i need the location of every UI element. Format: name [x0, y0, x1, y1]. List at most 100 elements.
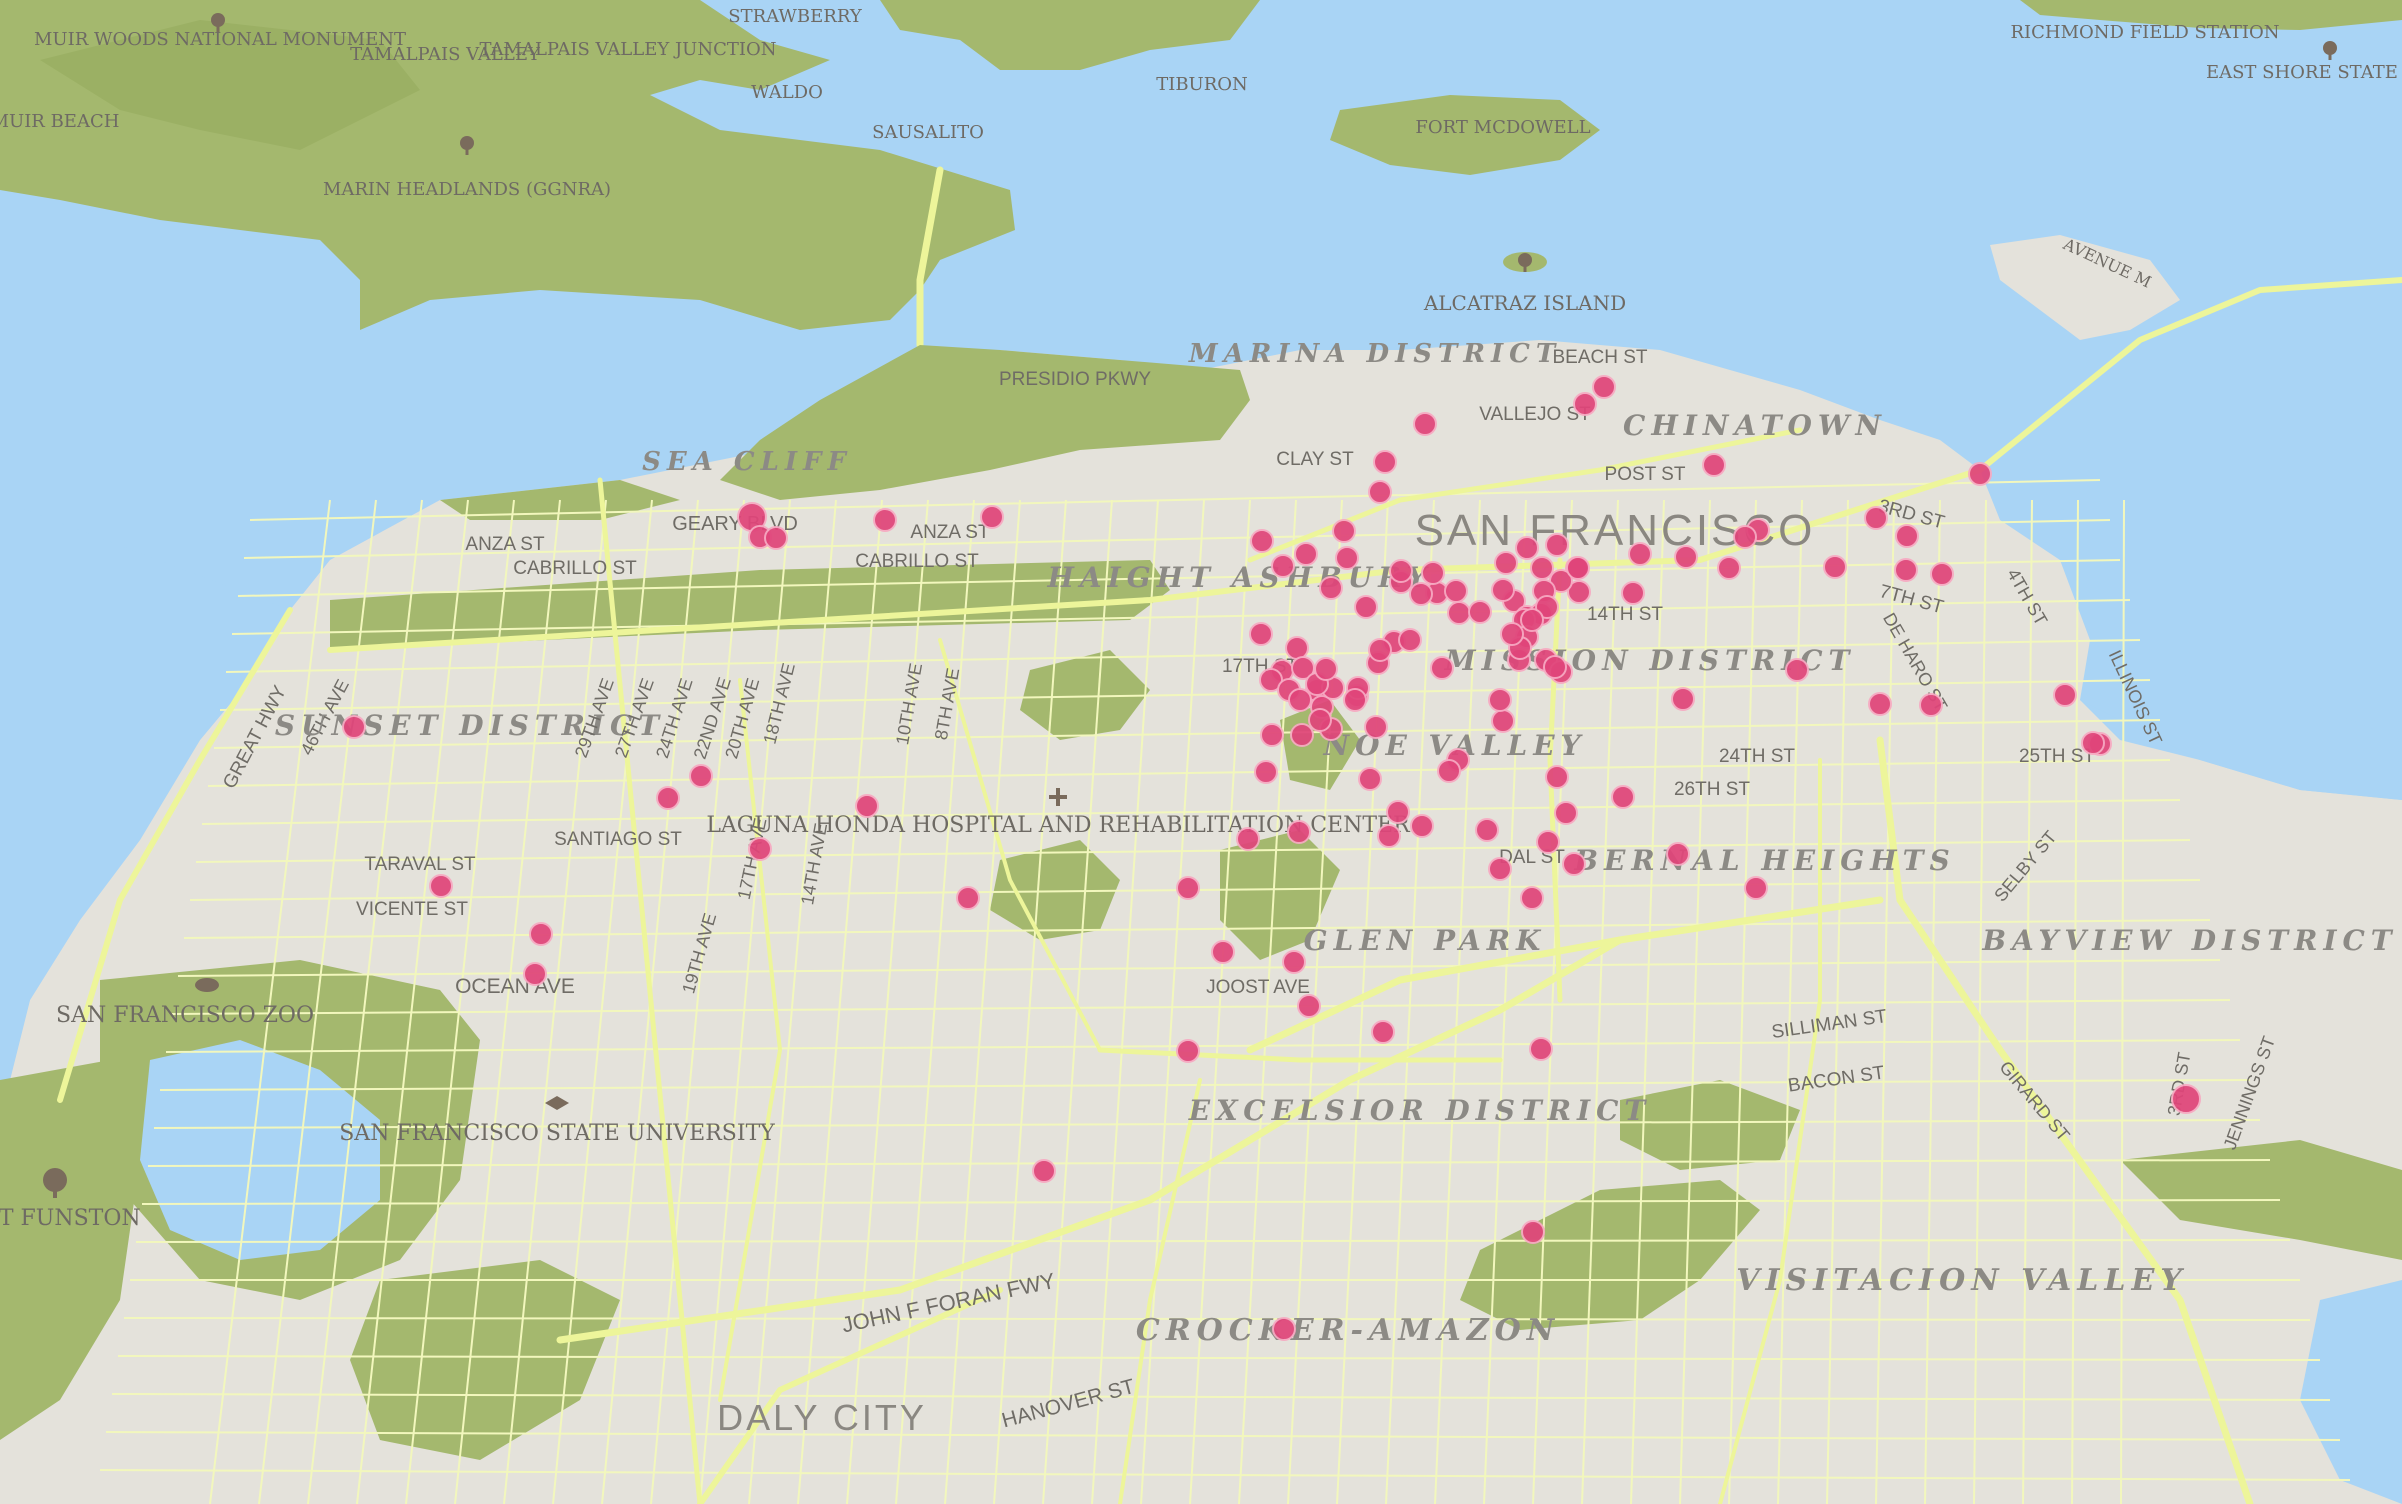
- map-marker[interactable]: [1285, 636, 1309, 660]
- map-marker[interactable]: [1520, 608, 1544, 632]
- map-marker[interactable]: [1176, 1039, 1200, 1063]
- map-marker[interactable]: [1368, 480, 1392, 504]
- map-marker[interactable]: [523, 962, 547, 986]
- map-marker[interactable]: [1373, 450, 1397, 474]
- map-marker[interactable]: [1447, 601, 1471, 625]
- map-marker[interactable]: [1271, 554, 1295, 578]
- map-marker[interactable]: [1386, 800, 1410, 824]
- map-marker[interactable]: [980, 505, 1004, 529]
- map-marker[interactable]: [1520, 886, 1544, 910]
- map-marker[interactable]: [1545, 533, 1569, 557]
- map-marker[interactable]: [1611, 785, 1635, 809]
- map-marker[interactable]: [1319, 576, 1343, 600]
- map-marker[interactable]: [1421, 561, 1445, 585]
- map-marker[interactable]: [1272, 1317, 1296, 1341]
- map-marker[interactable]: [1413, 412, 1437, 436]
- map-marker[interactable]: [1894, 558, 1918, 582]
- map-marker[interactable]: [1666, 842, 1690, 866]
- map-marker[interactable]: [1332, 519, 1356, 543]
- map-marker[interactable]: [656, 786, 680, 810]
- map-marker[interactable]: [1785, 658, 1809, 682]
- map-marker[interactable]: [1308, 708, 1332, 732]
- map-marker[interactable]: [1377, 824, 1401, 848]
- map-marker[interactable]: [1562, 852, 1586, 876]
- map-marker[interactable]: [1437, 759, 1461, 783]
- map-marker[interactable]: [873, 508, 897, 532]
- map-marker[interactable]: [1290, 723, 1314, 747]
- map-marker[interactable]: [1717, 556, 1741, 580]
- map-marker[interactable]: [1250, 529, 1274, 553]
- map-marker[interactable]: [1702, 453, 1726, 477]
- map-marker[interactable]: [1530, 556, 1554, 580]
- map-marker[interactable]: [1260, 723, 1284, 747]
- map-marker[interactable]: [1573, 392, 1597, 416]
- map-marker[interactable]: [855, 794, 879, 818]
- map-marker[interactable]: [1288, 688, 1312, 712]
- map-marker[interactable]: [1430, 656, 1454, 680]
- map-marker[interactable]: [1491, 709, 1515, 733]
- map-marker[interactable]: [1364, 715, 1388, 739]
- map-marker[interactable]: [1554, 801, 1578, 825]
- map-canvas[interactable]: MUIR WOODS NATIONAL MONUMENT TAMALPAIS V…: [0, 0, 2402, 1504]
- map-marker[interactable]: [1592, 375, 1616, 399]
- map-marker[interactable]: [342, 715, 366, 739]
- map-marker[interactable]: [1968, 462, 1992, 486]
- map-marker[interactable]: [1314, 657, 1338, 681]
- map-marker[interactable]: [1488, 857, 1512, 881]
- map-marker[interactable]: [1621, 581, 1645, 605]
- map-marker[interactable]: [1297, 994, 1321, 1018]
- map-marker[interactable]: [956, 886, 980, 910]
- map-marker[interactable]: [1371, 1020, 1395, 1044]
- map-marker[interactable]: [1032, 1159, 1056, 1183]
- map-marker[interactable]: [1823, 555, 1847, 579]
- map-marker[interactable]: [1389, 559, 1413, 583]
- map-marker[interactable]: [1211, 940, 1235, 964]
- map-marker[interactable]: [1671, 687, 1695, 711]
- map-marker[interactable]: [1409, 582, 1433, 606]
- map-marker[interactable]: [1254, 760, 1278, 784]
- map-marker[interactable]: [1468, 600, 1492, 624]
- map-marker[interactable]: [1176, 876, 1200, 900]
- map-marker[interactable]: [1500, 622, 1524, 646]
- map-marker[interactable]: [2053, 683, 2077, 707]
- map-marker[interactable]: [1488, 688, 1512, 712]
- map-marker[interactable]: [1744, 876, 1768, 900]
- map-marker[interactable]: [429, 874, 453, 898]
- map-marker[interactable]: [1515, 536, 1539, 560]
- map-marker[interactable]: [1354, 595, 1378, 619]
- map-marker[interactable]: [748, 837, 772, 861]
- map-marker[interactable]: [1919, 693, 1943, 717]
- map-marker[interactable]: [1868, 692, 1892, 716]
- map-marker[interactable]: [1521, 1220, 1545, 1244]
- map-marker[interactable]: [1410, 814, 1434, 838]
- map-marker[interactable]: [1536, 830, 1560, 854]
- map-marker[interactable]: [1358, 767, 1382, 791]
- map-marker[interactable]: [1628, 542, 1652, 566]
- map-marker[interactable]: [1543, 655, 1567, 679]
- map-marker[interactable]: [1368, 638, 1392, 662]
- map-marker[interactable]: [1294, 542, 1318, 566]
- map-marker[interactable]: [1287, 820, 1311, 844]
- map-marker[interactable]: [1398, 628, 1422, 652]
- map-marker[interactable]: [1282, 950, 1306, 974]
- map-marker[interactable]: [1494, 551, 1518, 575]
- map-marker[interactable]: [1475, 818, 1499, 842]
- map-marker[interactable]: [689, 764, 713, 788]
- map-marker[interactable]: [1491, 578, 1515, 602]
- map-marker[interactable]: [1343, 688, 1367, 712]
- map-marker[interactable]: [1545, 765, 1569, 789]
- map-marker[interactable]: [1930, 562, 1954, 586]
- map-marker[interactable]: [1529, 1037, 1553, 1061]
- map-marker[interactable]: [764, 526, 788, 550]
- map-marker[interactable]: [1566, 556, 1590, 580]
- map-marker[interactable]: [1236, 827, 1260, 851]
- map-marker[interactable]: [1895, 524, 1919, 548]
- map-marker[interactable]: [1335, 546, 1359, 570]
- map-marker[interactable]: [1733, 525, 1757, 549]
- map-marker[interactable]: [2171, 1084, 2201, 1114]
- map-marker[interactable]: [2081, 731, 2105, 755]
- map-marker[interactable]: [1249, 622, 1273, 646]
- map-marker[interactable]: [1864, 506, 1888, 530]
- map-marker[interactable]: [1674, 545, 1698, 569]
- map-marker[interactable]: [529, 922, 553, 946]
